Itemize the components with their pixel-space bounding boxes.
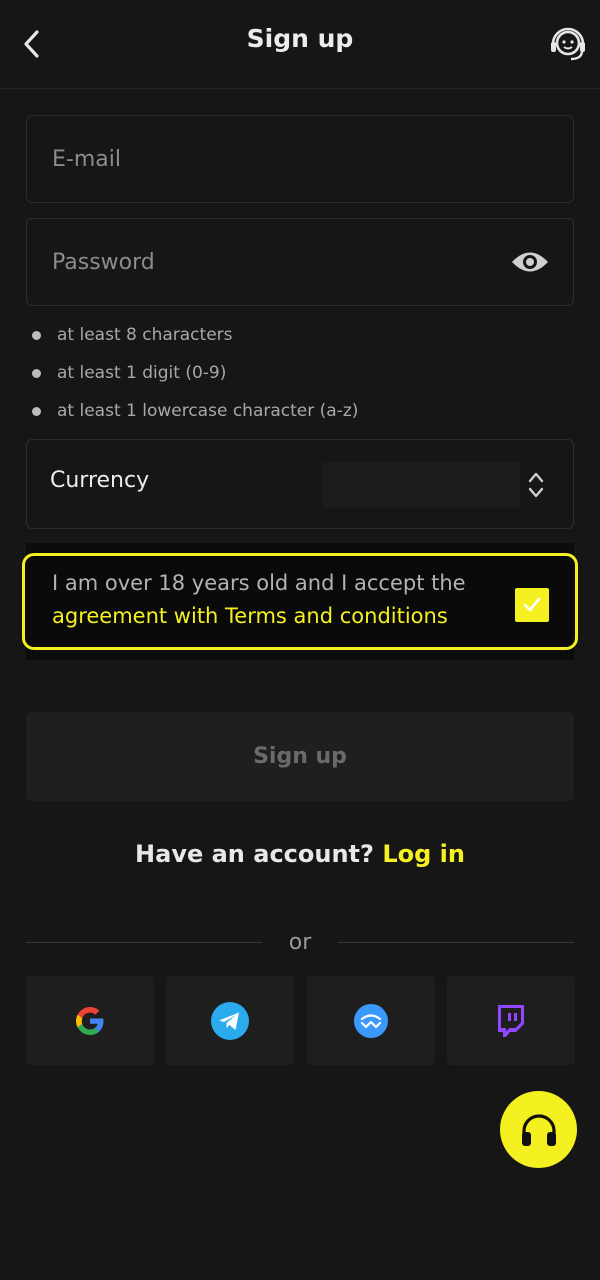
headphones-icon <box>521 1113 556 1146</box>
login-prompt: Have an account? Log in <box>0 840 600 868</box>
password-field[interactable] <box>27 219 573 305</box>
twitch-login-button[interactable] <box>447 976 575 1065</box>
divider-line-right <box>338 942 574 943</box>
checkmark-icon <box>523 597 541 612</box>
eye-icon <box>512 252 548 272</box>
telegram-login-button[interactable] <box>166 976 294 1065</box>
password-rule-text: at least 8 characters <box>57 325 233 345</box>
password-rule: at least 1 lowercase character (a-z) <box>32 401 358 421</box>
password-rule-text: at least 1 lowercase character (a-z) <box>57 401 359 421</box>
terms-agreement: I am over 18 years old and I accept the … <box>22 553 578 650</box>
twitch-icon <box>498 1004 524 1037</box>
email-field[interactable] <box>27 116 573 202</box>
email-field-container <box>26 115 574 203</box>
password-rule: at least 1 digit (0-9) <box>32 363 226 383</box>
support-button[interactable] <box>548 22 588 66</box>
bullet <box>32 406 41 416</box>
password-rule: at least 8 characters <box>32 325 233 345</box>
terms-link[interactable]: agreement with Terms and conditions <box>52 604 448 628</box>
password-rule-text: at least 1 digit (0-9) <box>57 363 227 383</box>
telegram-icon <box>211 1001 249 1040</box>
walletconnect-icon <box>354 1003 388 1038</box>
headset-agent-icon <box>551 27 585 61</box>
currency-select[interactable]: Currency <box>26 439 574 529</box>
walletconnect-login-button[interactable] <box>307 976 435 1065</box>
terms-text: I am over 18 years old and I accept the <box>52 571 466 595</box>
page-title: Sign up <box>246 24 354 53</box>
bullet <box>32 330 41 340</box>
signup-button[interactable]: Sign up <box>26 712 574 801</box>
chevron-up-down-icon <box>528 472 544 498</box>
login-link[interactable]: Log in <box>382 840 465 868</box>
google-icon <box>76 1006 104 1035</box>
currency-label: Currency <box>50 468 150 493</box>
terms-checkbox[interactable] <box>515 588 549 622</box>
login-prompt-text: Have an account? <box>135 840 374 868</box>
bullet <box>32 368 41 378</box>
header: Sign up <box>0 0 600 89</box>
currency-value <box>322 462 520 508</box>
support-chat-button[interactable] <box>500 1091 577 1168</box>
password-visibility-toggle[interactable] <box>511 247 549 277</box>
google-login-button[interactable] <box>26 976 154 1065</box>
password-field-container <box>26 218 574 306</box>
